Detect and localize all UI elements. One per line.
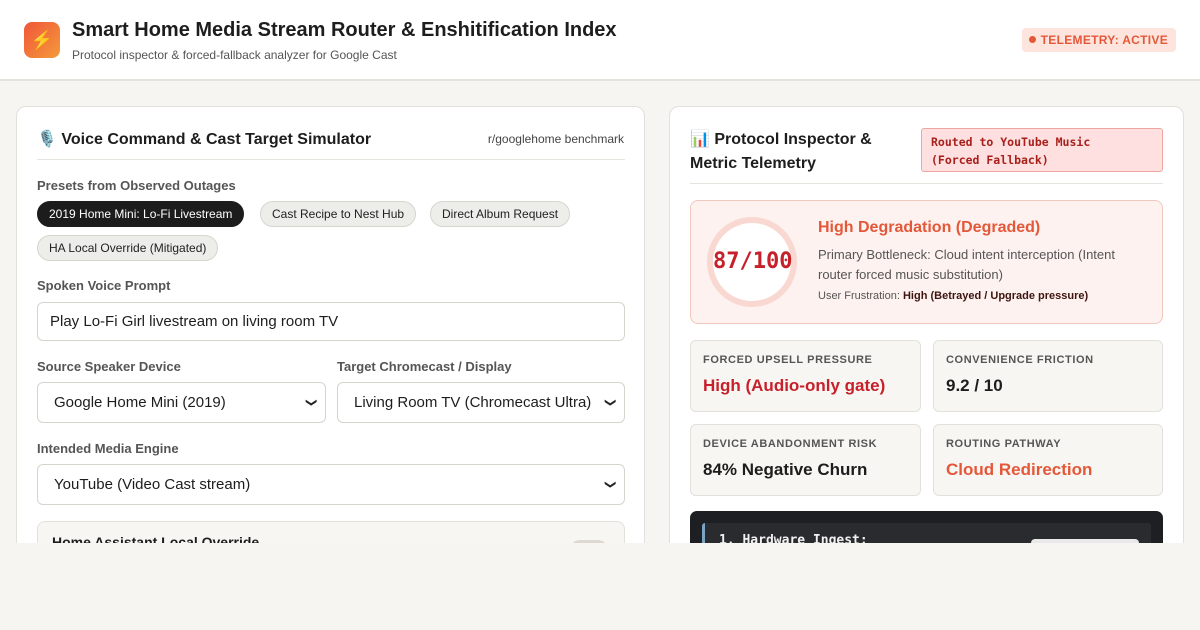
severity-label: High Degradation (Degraded) — [818, 219, 1041, 236]
main-content: 🎙️ Voice Command & Cast Target Simulator… — [0, 82, 1200, 543]
metric-forced-upsell: FORCED UPSELL PRESSURE High (Audio-only … — [690, 340, 921, 412]
routing-result-badge: Routed to YouTube Music (Forced Fallback… — [921, 128, 1163, 172]
source-device-label: Source Speaker Device — [37, 359, 181, 374]
telemetry-status-badge: TELEMETRY: ACTIVE — [1021, 28, 1176, 52]
routing-result-line1: Routed to YouTube Music — [931, 135, 1091, 149]
user-frustration-text: User Frustration: High (Betrayed / Upgra… — [818, 290, 1089, 302]
trace-step: 1. Hardware Ingest: — [702, 523, 1151, 543]
inspector-panel: 📊 Protocol Inspector & Metric Telemetry … — [669, 106, 1184, 543]
app-title: Smart Home Media Stream Router & Enshiti… — [72, 19, 617, 41]
ha-override-panel: Home Assistant Local Override — [37, 521, 625, 543]
voice-prompt-input[interactable]: Play Lo-Fi Girl livestream on living roo… — [37, 302, 625, 341]
app-header: ⚡ Smart Home Media Stream Router & Enshi… — [0, 0, 1200, 81]
media-engine-label: Intended Media Engine — [37, 441, 179, 456]
metric-convenience-friction: CONVENIENCE FRICTION 9.2 / 10 — [933, 340, 1163, 412]
metric-routing-pathway: ROUTING PATHWAY Cloud Redirection — [933, 424, 1163, 496]
divider — [37, 159, 625, 160]
routing-result-line2: (Forced Fallback) — [931, 153, 1049, 167]
inspector-title-line2: Metric Telemetry — [690, 155, 816, 172]
divider — [690, 183, 1163, 184]
source-device-value: Google Home Mini (2019) — [54, 394, 226, 411]
microphone-icon: 🎙️ — [37, 131, 57, 148]
lightning-bolt-icon: ⚡ — [24, 22, 60, 58]
chevron-down-icon: ❮ — [603, 479, 616, 490]
primary-bottleneck-text: Primary Bottleneck: Cloud intent interce… — [818, 247, 1115, 282]
target-device-value: Living Room TV (Chromecast Ultra) — [354, 394, 592, 411]
metric-label: CONVENIENCE FRICTION — [946, 354, 1094, 366]
status-dot-icon — [1028, 36, 1036, 43]
preset-chip-cast-recipe[interactable]: Cast Recipe to Nest Hub — [260, 201, 417, 227]
routing-trace-log: 1. Hardware Ingest: — [690, 511, 1163, 543]
preset-chip-home-mini-lofi[interactable]: 2019 Home Mini: Lo-Fi Livestream — [37, 201, 245, 227]
trace-step-badge — [1031, 539, 1139, 543]
simulator-title: 🎙️ Voice Command & Cast Target Simulator — [37, 129, 371, 149]
inspector-title: 📊 Protocol Inspector & Metric Telemetry — [690, 128, 872, 176]
target-device-select[interactable]: Living Room TV (Chromecast Ultra) ❮ — [337, 382, 625, 423]
metric-label: ROUTING PATHWAY — [946, 438, 1062, 450]
metric-label: DEVICE ABANDONMENT RISK — [703, 438, 878, 450]
simulator-title-text: Voice Command & Cast Target Simulator — [61, 131, 372, 148]
preset-chip-direct-album[interactable]: Direct Album Request — [430, 201, 571, 227]
trace-step-title: 1. Hardware Ingest: — [719, 533, 868, 543]
benchmark-source: r/googlehome benchmark — [487, 132, 624, 146]
ha-override-toggle[interactable] — [570, 540, 608, 543]
source-device-select[interactable]: Google Home Mini (2019) ❮ — [37, 382, 326, 423]
target-device-label: Target Chromecast / Display — [337, 359, 512, 374]
degradation-score-card: 87/100 High Degradation (Degraded) Prima… — [690, 200, 1163, 324]
bar-chart-icon: 📊 — [690, 131, 710, 148]
metric-value: Cloud Redirection — [946, 460, 1093, 479]
media-engine-select[interactable]: YouTube (Video Cast stream) ❮ — [37, 464, 625, 505]
metric-label: FORCED UPSELL PRESSURE — [703, 354, 873, 366]
presets-label: Presets from Observed Outages — [37, 178, 236, 193]
metric-value: 84% Negative Churn — [703, 460, 868, 479]
telemetry-status-text: TELEMETRY: ACTIVE — [1040, 33, 1168, 47]
enshitification-score: 87/100 — [713, 249, 793, 274]
media-engine-value: YouTube (Video Cast stream) — [54, 476, 251, 493]
metric-value: High (Audio-only gate) — [703, 376, 886, 395]
inspector-title-line1: 📊 Protocol Inspector & — [690, 131, 872, 148]
score-ring: 87/100 — [707, 217, 797, 307]
ha-override-title: Home Assistant Local Override — [52, 534, 260, 543]
chevron-down-icon: ❮ — [603, 397, 616, 408]
simulator-panel: 🎙️ Voice Command & Cast Target Simulator… — [16, 106, 645, 543]
preset-chip-ha-override[interactable]: HA Local Override (Mitigated) — [37, 235, 219, 261]
prompt-label: Spoken Voice Prompt — [37, 278, 171, 293]
metric-value: 9.2 / 10 — [946, 376, 1003, 395]
metric-abandonment-risk: DEVICE ABANDONMENT RISK 84% Negative Chu… — [690, 424, 921, 496]
chevron-down-icon: ❮ — [304, 397, 317, 408]
app-subtitle: Protocol inspector & forced-fallback ana… — [72, 48, 397, 62]
